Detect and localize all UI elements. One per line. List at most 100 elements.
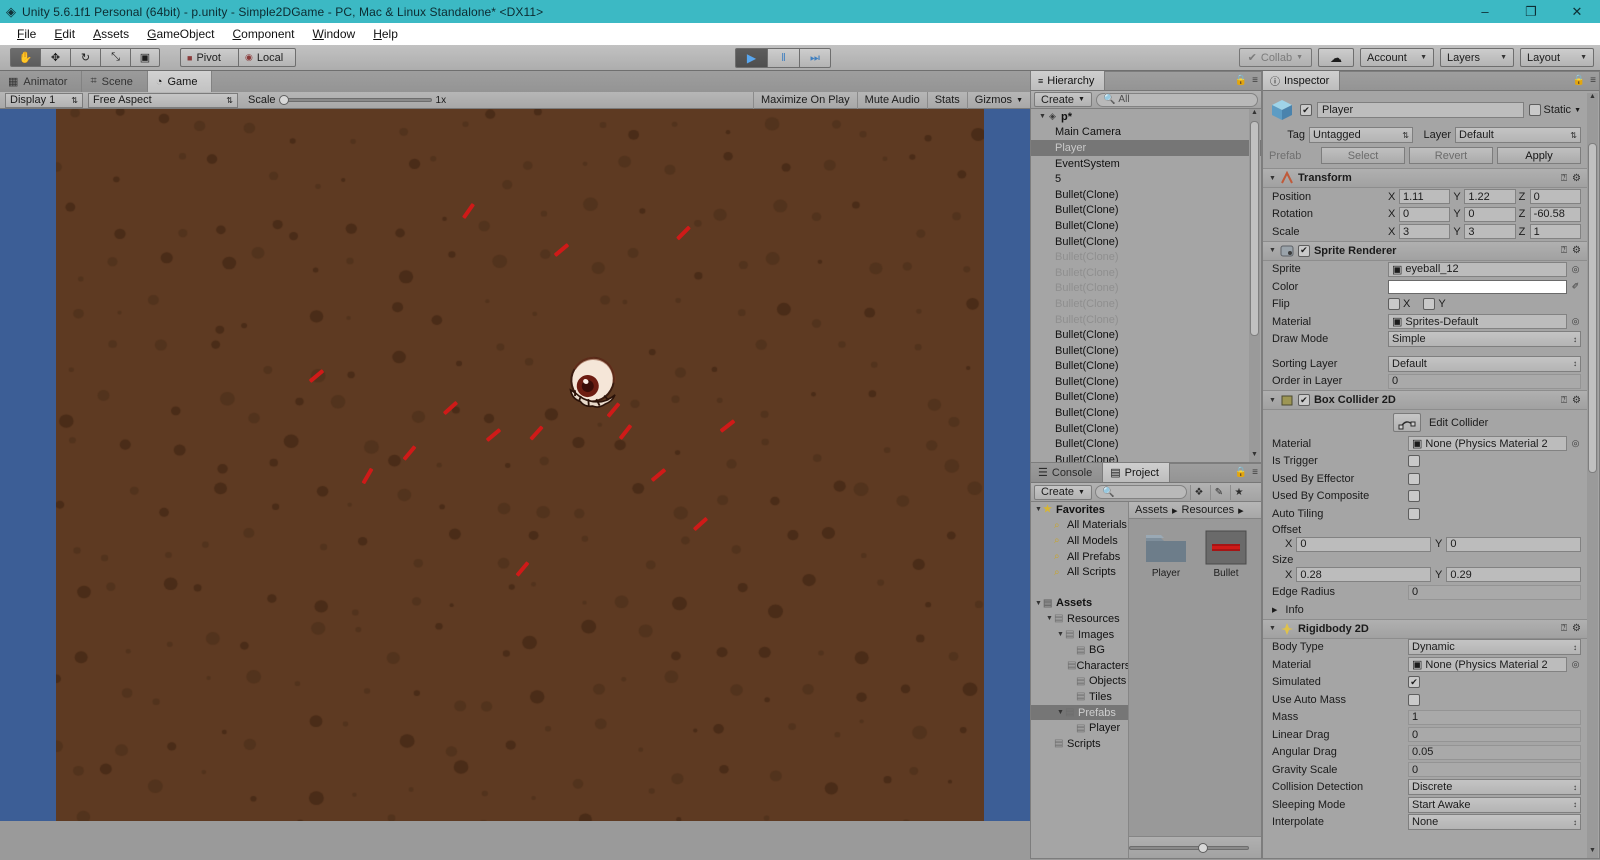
dropdown[interactable]: None ↕ bbox=[1408, 814, 1581, 831]
project-tree-images[interactable]: ▼ ▤ Images bbox=[1031, 627, 1128, 643]
dropdown[interactable]: Dynamic ↕ bbox=[1408, 639, 1581, 656]
tag-dropdown[interactable]: Untagged ⇅ bbox=[1309, 127, 1413, 143]
gear-icon[interactable]: ⚙ bbox=[1572, 623, 1581, 634]
help-icon[interactable]: ⍰ bbox=[1561, 173, 1567, 184]
scale-slider-knob[interactable] bbox=[278, 95, 289, 105]
prefab-apply-button[interactable]: Apply bbox=[1497, 147, 1581, 164]
stats-toggle[interactable]: Stats bbox=[926, 91, 967, 109]
checkbox[interactable]: ✔ bbox=[1408, 472, 1420, 485]
component-header[interactable]: ▼ Rigidbody 2D ⍰ ⚙ bbox=[1263, 619, 1587, 639]
rect-tool[interactable]: ▣ bbox=[130, 48, 160, 67]
input-y[interactable]: 0 bbox=[1446, 536, 1581, 552]
chevron-down-icon[interactable]: ▼ bbox=[1034, 506, 1043, 513]
asset-bullet[interactable]: Bullet bbox=[1203, 529, 1249, 579]
hierarchy-scrollbar[interactable]: ▲ ▼ bbox=[1249, 109, 1260, 462]
chevron-down-icon[interactable]: ▼ bbox=[1056, 631, 1065, 638]
close-button[interactable]: ✕ bbox=[1554, 0, 1600, 23]
scroll-down-icon[interactable]: ▼ bbox=[1250, 451, 1259, 462]
display-dropdown[interactable]: Display 1 ⇅ bbox=[5, 92, 83, 108]
chevron-down-icon[interactable]: ▼ bbox=[1039, 113, 1049, 120]
checkbox[interactable]: ✔ bbox=[1408, 490, 1420, 503]
hierarchy-item-bullet-clone[interactable]: Bullet(Clone) bbox=[1031, 203, 1261, 219]
lock-icon[interactable]: 🔒 bbox=[1235, 467, 1247, 478]
asset-grid[interactable]: Player Bullet bbox=[1129, 519, 1261, 836]
checkbox[interactable]: ✔ bbox=[1408, 455, 1420, 468]
input-field[interactable]: 0 bbox=[1408, 727, 1581, 743]
project-search-input[interactable]: 🔍 bbox=[1094, 485, 1187, 499]
input-x[interactable]: 0 bbox=[1399, 206, 1451, 222]
hierarchy-item-bullet-clone[interactable]: Bullet(Clone) bbox=[1031, 374, 1261, 390]
dropdown[interactable]: Default ↕ bbox=[1388, 355, 1581, 372]
tab-console[interactable]: ☰ Console bbox=[1031, 463, 1104, 482]
edit-collider-button[interactable] bbox=[1393, 413, 1421, 432]
menu-item-help[interactable]: Help bbox=[364, 25, 407, 43]
create-button[interactable]: Create ▼ bbox=[1034, 92, 1092, 107]
asset-player[interactable]: Player bbox=[1143, 529, 1189, 579]
component-header[interactable]: ▼ Transform ⍰ ⚙ bbox=[1263, 169, 1587, 188]
hierarchy-item-bullet-clone[interactable]: Bullet(Clone) bbox=[1031, 390, 1261, 406]
object-picker-icon[interactable]: ◎ bbox=[1570, 264, 1581, 275]
panel-menu-icon[interactable]: ≡ bbox=[1252, 467, 1258, 478]
scroll-up-icon[interactable]: ▲ bbox=[1250, 109, 1259, 120]
input-y[interactable]: 3 bbox=[1464, 224, 1516, 240]
project-create-button[interactable]: Create ▼ bbox=[1034, 484, 1092, 500]
hierarchy-item-bullet-clone[interactable]: Bullet(Clone) bbox=[1031, 421, 1261, 437]
input-field[interactable]: 0.05 bbox=[1408, 744, 1581, 760]
move-tool[interactable]: ✥ bbox=[40, 48, 70, 67]
menu-item-component[interactable]: Component bbox=[223, 25, 303, 43]
filter-by-label-icon[interactable]: ✎ bbox=[1209, 484, 1227, 500]
menu-item-assets[interactable]: Assets bbox=[84, 25, 138, 43]
hierarchy-item-5[interactable]: 5 bbox=[1031, 171, 1261, 187]
object-picker-icon[interactable]: ◎ bbox=[1570, 659, 1581, 670]
rotate-tool[interactable]: ↻ bbox=[70, 48, 100, 67]
inspector-scroll-thumb[interactable] bbox=[1588, 143, 1597, 473]
hierarchy-item-player[interactable]: Player bbox=[1031, 140, 1261, 156]
hierarchy-item-main-camera[interactable]: Main Camera bbox=[1031, 125, 1261, 141]
input-y[interactable]: 0 bbox=[1464, 206, 1516, 222]
input-field[interactable]: 0 bbox=[1388, 373, 1581, 389]
project-tree-scripts[interactable]: ▤ Scripts bbox=[1031, 736, 1128, 752]
input-x[interactable]: 3 bbox=[1399, 224, 1451, 240]
hierarchy-item-bullet-clone[interactable]: Bullet(Clone) bbox=[1031, 405, 1261, 421]
flip-x-toggle[interactable]: ✔X bbox=[1388, 298, 1410, 311]
hierarchy-item-bullet-clone[interactable]: Bullet(Clone) bbox=[1031, 187, 1261, 203]
input-field[interactable]: 1 bbox=[1408, 709, 1581, 725]
object-field[interactable]: ▣ eyeball_12 bbox=[1388, 261, 1567, 277]
tab-game[interactable]: ◔ Game bbox=[147, 71, 213, 92]
input-z[interactable]: -60.58 bbox=[1529, 206, 1581, 222]
component-enabled-checkbox[interactable]: ✔ bbox=[1297, 394, 1310, 406]
filter-by-type-icon[interactable]: ❖ bbox=[1189, 484, 1207, 500]
static-toggle[interactable]: ✔ Static ▼ bbox=[1528, 104, 1581, 116]
component-header[interactable]: ▼ ✔ Box Collider 2D ⍰ ⚙ bbox=[1263, 391, 1587, 410]
project-tree-bg[interactable]: ▤ BG bbox=[1031, 642, 1128, 658]
checkbox[interactable]: ✔ bbox=[1408, 507, 1420, 520]
game-scene[interactable] bbox=[56, 109, 984, 821]
gear-icon[interactable]: ⚙ bbox=[1572, 395, 1581, 406]
checkbox[interactable]: ✔ bbox=[1408, 693, 1420, 706]
pivot-toggle[interactable]: ■ Pivot bbox=[180, 48, 238, 67]
hierarchy-list[interactable]: ▼ ◈ p* Main Camera Player EventSystem 5 Bullet(… bbox=[1031, 109, 1261, 462]
help-icon[interactable]: ⍰ bbox=[1561, 245, 1567, 256]
object-field[interactable]: ▣ Sprites-Default bbox=[1388, 314, 1567, 330]
flip-x-checkbox[interactable]: ✔ bbox=[1388, 298, 1400, 311]
project-folder-tree[interactable]: ▼ ★ Favorites ⌕ All Materials ⌕ All Models ⌕ All… bbox=[1031, 502, 1129, 858]
tab-inspector[interactable]: ⓘ Inspector bbox=[1263, 71, 1341, 90]
hierarchy-item-bullet-clone[interactable]: Bullet(Clone) bbox=[1031, 359, 1261, 375]
flip-y-checkbox[interactable]: ✔ bbox=[1423, 298, 1436, 311]
component-enabled-checkbox[interactable]: ✔ bbox=[1297, 244, 1310, 257]
help-icon[interactable]: ⍰ bbox=[1561, 395, 1567, 406]
project-tree-player[interactable]: ▤ Player bbox=[1031, 720, 1128, 736]
project-tree-all-scripts[interactable]: ⌕ All Scripts bbox=[1031, 564, 1128, 580]
help-icon[interactable]: ⍰ bbox=[1561, 623, 1567, 634]
panel-menu-icon[interactable]: ≡ bbox=[1252, 75, 1258, 86]
gameobject-enabled-checkbox[interactable]: ✔ bbox=[1300, 104, 1312, 116]
scale-control[interactable]: Scale 1x bbox=[248, 94, 446, 106]
local-toggle[interactable]: ◉ Local bbox=[238, 48, 296, 67]
hierarchy-item-bullet-clone[interactable]: Bullet(Clone) bbox=[1031, 265, 1261, 281]
panel-menu-icon[interactable]: ≡ bbox=[1590, 75, 1596, 86]
hierarchy-item-bullet-clone[interactable]: Bullet(Clone) bbox=[1031, 296, 1261, 312]
breadcrumb-item-resources[interactable]: Resources bbox=[1182, 504, 1235, 516]
hierarchy-search-input[interactable]: 🔍 All bbox=[1095, 92, 1258, 107]
chevron-down-icon[interactable]: ▼ bbox=[1056, 709, 1065, 716]
chevron-down-icon[interactable]: ▼ bbox=[1269, 175, 1276, 182]
